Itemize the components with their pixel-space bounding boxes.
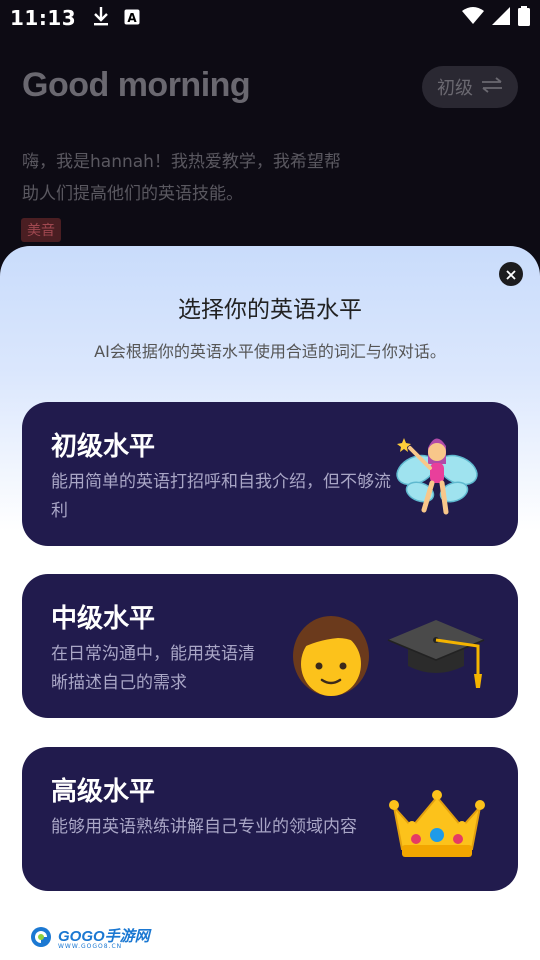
greeting-title: Good morning	[22, 66, 251, 104]
level-select-sheet: 选择你的英语水平 AI会根据你的英语水平使用合适的词汇与你对话。 初级水平 能用…	[0, 246, 540, 960]
gogo-logo-icon	[30, 926, 54, 952]
level-title: 中级水平	[51, 604, 156, 634]
level-title: 高级水平	[51, 777, 156, 807]
level-description: 能用简单的英语打招呼和自我介绍，但不够流利	[51, 472, 391, 521]
swap-arrows-icon	[481, 76, 503, 98]
level-description: 在日常沟通中，能用英语清晰描述自己的需求	[51, 644, 255, 693]
font-a-icon: A	[124, 6, 140, 30]
close-icon	[506, 265, 516, 284]
sheet-subtitle: AI会根据你的英语水平使用合适的词汇与你对话。	[94, 342, 446, 361]
watermark-text: GOGO手游网	[58, 927, 150, 945]
level-description: 能够用英语熟练讲解自己专业的领域内容	[51, 817, 357, 837]
level-card-advanced[interactable]: 高级水平 能够用英语熟练讲解自己专业的领域内容	[22, 747, 518, 891]
level-card-intermediate[interactable]: 中级水平 在日常沟通中，能用英语清晰描述自己的需求	[22, 574, 518, 718]
signal-icon	[492, 6, 510, 30]
svg-text:A: A	[128, 11, 138, 25]
level-switch-button[interactable]: 初级	[422, 66, 518, 108]
watermark-logo: GOGO手游网 WWW.GOGO8.CN	[30, 926, 150, 952]
sheet-title: 选择你的英语水平	[178, 297, 362, 323]
wifi-icon	[462, 6, 484, 30]
crown-icon	[388, 787, 486, 865]
level-switch-label: 初级	[437, 78, 473, 99]
accent-tag: 美音	[21, 218, 61, 242]
background-page: Good morning 初级 嗨，我是hannah！我热爱教学，我希望帮助人们…	[0, 36, 540, 276]
fairy-icon	[388, 430, 484, 532]
watermark-domain: WWW.GOGO8.CN	[58, 942, 123, 950]
level-card-beginner[interactable]: 初级水平 能用简单的英语打招呼和自我介绍，但不够流利	[22, 402, 518, 546]
tutor-intro: 嗨，我是hannah！我热爱教学，我希望帮助人们提高他们的英语技能。	[22, 152, 341, 204]
graduation-cap-icon	[386, 614, 486, 698]
boy-icon	[286, 604, 376, 704]
status-time: 11:13	[10, 6, 77, 30]
level-title: 初级水平	[51, 432, 156, 462]
status-bar: 11:13 A	[0, 0, 540, 36]
download-icon	[92, 6, 110, 31]
battery-icon	[518, 5, 530, 31]
close-button[interactable]	[499, 262, 523, 286]
